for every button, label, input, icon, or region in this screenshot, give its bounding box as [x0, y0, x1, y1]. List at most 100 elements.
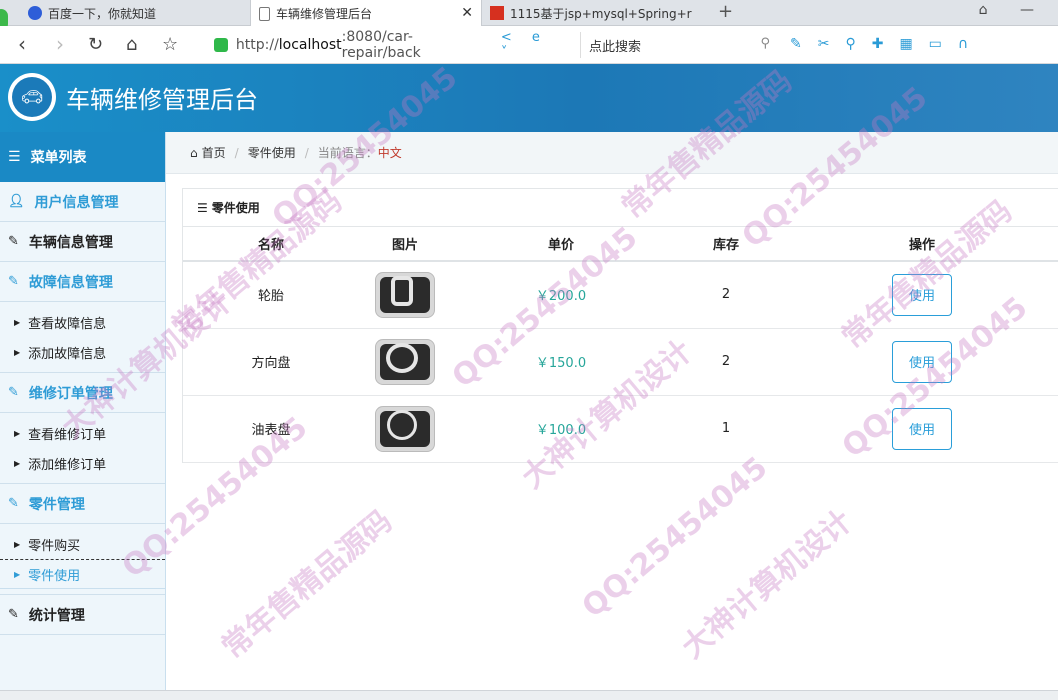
sidebar-item-view-faults[interactable]: ▶ 查看故障信息	[0, 307, 165, 337]
panel-header: ☰ 零件使用	[183, 189, 1058, 227]
part-price: ￥100.0	[451, 395, 671, 463]
table-row: 轮胎 ￥200.0 2 使用	[183, 261, 1058, 329]
table-row: 方向盘 ￥150.0 2 使用	[183, 328, 1058, 396]
browser-tab-1[interactable]: 百度一下，你就知道	[20, 0, 250, 26]
car-home-logo: 🚗︎	[8, 73, 56, 121]
sidebar-item-add-fault[interactable]: ▶ 添加故障信息	[0, 337, 165, 367]
table-row: 油表盘 ￥100.0 1 使用	[183, 395, 1058, 463]
sidebar-group-label: 统计管理	[28, 607, 85, 624]
browser-tab-3[interactable]: 1115基于jsp+mysql+Spring+r	[482, 0, 712, 26]
sidebar-group-vehicle-info[interactable]: ✎ 车辆信息管理	[0, 222, 165, 262]
table-header-row: 名称 图片 单价 库存 操作	[183, 227, 1058, 262]
url-rest: :8080/car-repair/back	[341, 29, 421, 61]
sidebar-group-statistics[interactable]: ✎ 统计管理	[0, 595, 165, 635]
browser-toolbar-icons[interactable]: ✎✂⚲✚▦▭∩	[790, 36, 984, 52]
url-prefix: http://	[235, 37, 279, 53]
sidebar-group-fault-info[interactable]: ✎ 故障信息管理	[0, 262, 165, 302]
sidebar-item-label: 添加故障信息	[28, 346, 107, 362]
sidebar-item-label: 零件购买	[28, 538, 81, 554]
refresh-icon[interactable]: ↻	[88, 34, 103, 55]
column-header-price: 单价	[451, 227, 671, 262]
edit-icon: ✎	[8, 234, 19, 249]
browser-search-box[interactable]: 点此搜索 ⚲	[580, 32, 770, 58]
window-controls[interactable]: ⌂ —	[979, 2, 1048, 18]
use-part-button[interactable]: 使用	[892, 340, 952, 383]
sidebar-group-label: 故障信息管理	[28, 274, 113, 291]
fuel-gauge-icon	[375, 405, 435, 452]
forward-icon[interactable]: ›	[56, 32, 64, 56]
triangle-right-icon: ▶	[14, 428, 21, 438]
tire-icon	[375, 271, 435, 318]
part-name: 油表盘	[183, 395, 359, 463]
new-tab-icon[interactable]: +	[718, 1, 733, 22]
sidebar-group-user-info[interactable]: 👤︎ 用户信息管理	[0, 182, 165, 222]
search-placeholder: 点此搜索	[589, 39, 642, 55]
language-value[interactable]: 中文	[378, 144, 402, 161]
list-icon: ☰	[8, 149, 21, 165]
sidebar-group-label: 维修订单管理	[28, 385, 113, 402]
breadcrumb-separator: /	[234, 145, 239, 160]
star-icon[interactable]: ☆	[162, 34, 178, 55]
part-price: ￥150.0	[451, 328, 671, 396]
sidebar-group-parts[interactable]: ✎ 零件管理	[0, 484, 165, 524]
back-icon[interactable]: ‹	[18, 32, 26, 56]
address-bar[interactable]: http://localhost:8080/car-repair/back < …	[214, 29, 574, 61]
part-price: ￥200.0	[451, 261, 671, 329]
sidebar-group-label: 车辆信息管理	[28, 234, 113, 251]
column-header-name: 名称	[183, 227, 359, 262]
url-host: localhost	[278, 37, 342, 53]
edit-icon: ✎	[8, 607, 19, 622]
sidebar-group-label: 用户信息管理	[34, 194, 119, 211]
sidebar-group-repair-orders[interactable]: ✎ 维修订单管理	[0, 373, 165, 413]
panel-title: 零件使用	[211, 201, 260, 215]
use-part-button[interactable]: 使用	[892, 273, 952, 316]
breadcrumb-home[interactable]: 首页	[202, 144, 226, 161]
browser-tab-3-title: 1115基于jsp+mysql+Spring+r	[510, 6, 692, 21]
sidebar-item-add-order[interactable]: ▶ 添加维修订单	[0, 448, 165, 478]
triangle-right-icon: ▶	[14, 347, 21, 357]
parts-table: 名称 图片 单价 库存 操作 轮胎 ￥200.0 2 使用 方向盘 ￥150.0…	[183, 227, 1058, 463]
sidebar: ☰ 菜单列表 👤︎ 用户信息管理 ✎ 车辆信息管理 ✎ 故障信息管理 ▶ 查看故…	[0, 132, 166, 700]
sidebar-group-label: 零件管理	[28, 496, 85, 513]
browser-nav-bar: ‹ › ↻ ⌂ ☆ http://localhost:8080/car-repa…	[0, 26, 1058, 64]
part-name: 方向盘	[183, 328, 359, 396]
language-label: 当前语言：	[317, 146, 378, 160]
breadcrumb-current: 零件使用	[247, 146, 296, 160]
home-icon[interactable]: ⌂	[126, 34, 137, 55]
main-content: ⌂ 首页 / 零件使用 / 当前语言： 中文 ☰ 零件使用 名称 图片 单价 库…	[166, 132, 1058, 700]
sidebar-item-parts-usage[interactable]: ▶ 零件使用	[0, 559, 165, 589]
search-icon[interactable]: ⚲	[760, 36, 770, 51]
sidebar-item-label: 添加维修订单	[28, 457, 107, 473]
parts-usage-panel: ☰ 零件使用 名称 图片 单价 库存 操作 轮胎 ￥200.0 2 使用 方向盘…	[182, 188, 1058, 463]
column-header-stock: 库存	[671, 227, 781, 262]
breadcrumb-separator: /	[304, 145, 309, 160]
column-header-action: 操作	[781, 227, 1058, 262]
user-icon: 👤︎	[8, 194, 25, 209]
site-favicon-icon	[490, 6, 504, 20]
browser-tab-2[interactable]: 车辆维修管理后台 ✕	[250, 0, 482, 27]
part-name: 轮胎	[183, 261, 359, 329]
browser-tab-bar: 百度一下，你就知道 车辆维修管理后台 ✕ 1115基于jsp+mysql+Spr…	[0, 0, 1058, 31]
share-icon[interactable]: < e ˅	[501, 30, 574, 60]
close-tab-icon[interactable]: ✕	[461, 5, 473, 21]
sidebar-item-view-orders[interactable]: ▶ 查看维修订单	[0, 418, 165, 448]
home-icon: ⌂	[190, 145, 198, 160]
column-header-image: 图片	[359, 227, 451, 262]
car-icon: 🚗︎	[12, 77, 52, 117]
menu-title: 菜单列表	[30, 150, 87, 166]
sidebar-item-parts-purchase[interactable]: ▶ 零件购买	[0, 529, 165, 559]
page-icon	[259, 6, 270, 21]
edit-icon: ✎	[8, 385, 19, 400]
sidebar-menu-header: ☰ 菜单列表	[0, 132, 165, 182]
breadcrumb: ⌂ 首页 / 零件使用 / 当前语言： 中文	[166, 132, 1058, 174]
triangle-right-icon: ▶	[14, 317, 21, 327]
use-part-button[interactable]: 使用	[892, 407, 952, 450]
browser-status-bar	[0, 690, 1058, 700]
edit-icon: ✎	[8, 274, 19, 289]
part-stock: 2	[671, 328, 781, 396]
secure-shield-icon	[214, 38, 228, 52]
sidebar-item-label: 零件使用	[28, 568, 81, 584]
browser-tab-2-title: 车辆维修管理后台	[276, 7, 373, 21]
sidebar-item-label: 查看维修订单	[28, 427, 107, 443]
steering-wheel-icon	[375, 338, 435, 385]
